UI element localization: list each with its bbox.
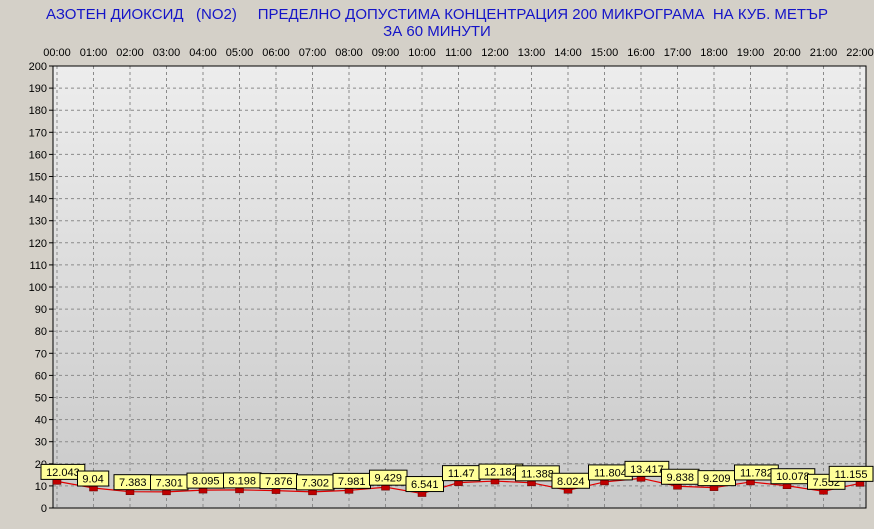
- value-label-text: 7.981: [338, 476, 366, 488]
- value-label: 7.876: [259, 473, 298, 490]
- y-tick-label: 180: [29, 105, 47, 117]
- value-label: 6.541: [405, 476, 444, 493]
- value-label-text: 12.182: [484, 467, 518, 479]
- value-label: 11.155: [828, 465, 874, 482]
- y-tick-label: 100: [29, 282, 47, 294]
- x-tick-label: 09:00: [372, 47, 400, 59]
- x-tick-label: 21:00: [810, 47, 838, 59]
- value-label-text: 11.782: [740, 467, 773, 479]
- value-label-text: 11.47: [448, 468, 475, 480]
- y-tick-label: 170: [29, 127, 47, 139]
- value-label: 7.302: [296, 474, 335, 491]
- y-tick-label: 140: [29, 194, 47, 206]
- y-tick-label: 160: [29, 149, 47, 161]
- value-label: 11.47: [442, 465, 481, 482]
- value-label-text: 9.209: [703, 473, 731, 485]
- x-tick-label: 00:00: [43, 47, 71, 59]
- y-tick-label: 60: [35, 370, 47, 382]
- value-label-text: 11.388: [521, 468, 554, 480]
- value-label: 8.198: [223, 472, 262, 489]
- value-label-text: 7.876: [265, 476, 293, 488]
- x-tick-label: 07:00: [299, 47, 327, 59]
- x-tick-label: 14:00: [554, 47, 582, 59]
- value-label-text: 9.04: [82, 474, 103, 486]
- y-tick-label: 80: [35, 326, 47, 338]
- value-label-text: 7.301: [155, 477, 183, 489]
- value-label-text: 6.541: [411, 479, 439, 491]
- y-tick-label: 190: [29, 83, 47, 95]
- y-tick-label: 150: [29, 172, 47, 184]
- value-label-text: 8.095: [192, 476, 220, 488]
- x-tick-label: 11:00: [445, 47, 472, 59]
- y-tick-label: 90: [35, 304, 47, 316]
- y-tick-label: 50: [35, 393, 47, 405]
- x-tick-label: 05:00: [226, 47, 254, 59]
- value-label: 9.04: [77, 470, 110, 487]
- x-tick-label: 18:00: [700, 47, 728, 59]
- x-tick-label: 03:00: [153, 47, 181, 59]
- x-tick-label: 06:00: [262, 47, 290, 59]
- x-tick-label: 08:00: [335, 47, 363, 59]
- y-tick-label: 0: [41, 503, 47, 515]
- y-tick-label: 130: [29, 216, 47, 228]
- x-tick-label: 22:00: [846, 47, 874, 59]
- x-tick-label: 15:00: [591, 47, 619, 59]
- value-label: 9.838: [661, 468, 700, 485]
- line-chart: 0102030405060708090100110120130140150160…: [29, 47, 874, 515]
- y-tick-label: 10: [35, 481, 47, 493]
- value-label: 8.095: [186, 472, 225, 489]
- value-label-text: 7.383: [119, 477, 147, 489]
- x-tick-label: 02:00: [116, 47, 144, 59]
- x-tick-label: 19:00: [737, 47, 765, 59]
- value-label: 7.981: [332, 472, 371, 489]
- value-label: 8.024: [551, 472, 590, 489]
- value-label-text: 11.804: [594, 467, 627, 479]
- value-label-text: 9.838: [666, 472, 694, 484]
- value-label-text: 9.429: [374, 473, 402, 485]
- y-tick-label: 200: [29, 61, 47, 73]
- y-tick-label: 120: [29, 238, 47, 250]
- value-label-text: 12.043: [46, 467, 80, 479]
- y-tick-label: 30: [35, 437, 47, 449]
- y-tick-label: 70: [35, 348, 47, 360]
- y-tick-label: 40: [35, 415, 47, 427]
- x-tick-label: 10:00: [408, 47, 436, 59]
- chart-root: АЗОТЕН ДИОКСИД (NO2) ПРЕДЕЛНО ДОПУСТИМА …: [0, 0, 874, 529]
- value-label: 9.429: [369, 469, 408, 486]
- x-tick-label: 04:00: [189, 47, 217, 59]
- x-tick-label: 13:00: [518, 47, 546, 59]
- value-label-text: 7.302: [301, 477, 329, 489]
- x-tick-label: 16:00: [627, 47, 655, 59]
- value-label-text: 8.198: [228, 475, 256, 487]
- x-tick-label: 17:00: [664, 47, 692, 59]
- x-tick-label: 01:00: [80, 47, 108, 59]
- value-label-text: 13.417: [630, 464, 664, 476]
- value-label-text: 10.078: [776, 471, 810, 483]
- x-tick-label: 20:00: [773, 47, 801, 59]
- x-tick-label: 12:00: [481, 47, 509, 59]
- value-label: 9.209: [697, 470, 736, 487]
- value-label: 7.383: [113, 474, 152, 491]
- value-label-text: 11.155: [835, 469, 868, 481]
- value-label-text: 8.024: [557, 476, 585, 488]
- value-label: 7.301: [150, 474, 189, 491]
- y-tick-label: 110: [29, 260, 47, 272]
